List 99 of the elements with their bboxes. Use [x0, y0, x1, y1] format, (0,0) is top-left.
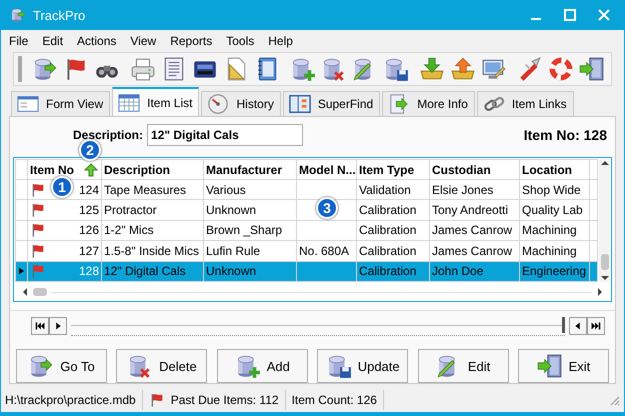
table-cell: Various	[206, 182, 246, 197]
action-button[interactable]: Add	[216, 349, 308, 383]
maximize-icon[interactable]	[564, 9, 576, 21]
menu-item[interactable]: File	[9, 34, 28, 48]
panel-icon	[288, 93, 312, 115]
table-cell: No. 680A	[299, 244, 350, 258]
table-cell: 12" Digital Cals	[104, 264, 186, 278]
menu-item[interactable]: Help	[268, 34, 293, 48]
app-icon	[9, 7, 27, 23]
table-cell: Lufin Rule	[206, 244, 260, 258]
column-header[interactable]: Custodian	[430, 160, 520, 180]
tab[interactable]: Item List	[112, 87, 200, 116]
table-cell: Unknown	[206, 264, 256, 278]
table-row[interactable]: 127 1.5-8" Inside Mics Lufin Rule No. 680A Calibration James Canrow Machining	[16, 240, 598, 262]
menu-item[interactable]: View	[130, 34, 156, 48]
tab[interactable]: Form View	[11, 91, 110, 116]
table-cell: Validation	[359, 182, 411, 197]
window-title: TrackPro	[33, 8, 86, 22]
first-record-icon[interactable]	[31, 317, 49, 335]
description-label: Description:	[73, 128, 144, 142]
table-cell: Machining	[522, 244, 577, 258]
table-cell: Calibration	[359, 223, 416, 238]
last-record-icon[interactable]	[587, 317, 605, 335]
table-row[interactable]: 126 1-2" Mics Brown _Sharp Calibration James Canrow Machining	[16, 220, 598, 241]
table-cell: Calibration	[359, 264, 416, 278]
menu-item[interactable]: Edit	[42, 34, 64, 48]
status-text: H:\trackpro\practice.mdb	[5, 393, 136, 407]
action-button[interactable]: Update	[317, 349, 408, 383]
exit-door-icon[interactable]	[579, 56, 605, 82]
status-text: Past Due Items: 112	[170, 393, 279, 407]
menu-item[interactable]: Actions	[77, 34, 116, 48]
table-cell: 127	[78, 244, 99, 258]
table-cell: John Doe	[432, 264, 484, 278]
column-header[interactable]: Description	[102, 160, 204, 180]
database-plus-icon[interactable]	[290, 56, 316, 82]
flag-icon	[148, 392, 165, 408]
sort-up-icon	[84, 163, 98, 177]
menu-item[interactable]: Reports	[170, 34, 212, 48]
description-field[interactable]: 12" Digital Cals	[147, 124, 304, 146]
table-cell: Calibration	[359, 244, 416, 258]
scrollbar-thumb[interactable]	[600, 254, 608, 270]
vertical-scrollbar[interactable]	[599, 159, 610, 282]
item-number: Item No: 128	[524, 126, 607, 142]
tab[interactable]: SuperFind	[282, 91, 380, 116]
tab[interactable]: Item Links	[476, 91, 574, 116]
table-cell: 128	[78, 264, 99, 278]
previous-icon[interactable]	[569, 317, 587, 335]
grid-icon	[117, 92, 142, 114]
table-cell: Calibration	[359, 203, 416, 218]
printer-icon[interactable]	[130, 56, 156, 82]
exit-door-icon	[536, 353, 563, 379]
table-cell: Machining	[522, 223, 577, 238]
action-button[interactable]: Edit	[418, 349, 509, 383]
table-cell: Quality Lab	[522, 203, 583, 218]
table-cell: Brown _Sharp	[206, 223, 282, 238]
play-icon[interactable]	[49, 317, 67, 335]
menu-item[interactable]: Tools	[226, 34, 254, 48]
gauge-icon	[206, 93, 230, 115]
table-cell: 125	[78, 203, 99, 218]
table-cell: Protractor	[104, 203, 157, 218]
table-cell: Elsie Jones	[432, 182, 494, 197]
action-button[interactable]: Exit	[518, 349, 609, 383]
scroll-up-icon[interactable]	[600, 159, 610, 167]
status-text: Item Count: 126	[292, 393, 377, 407]
column-header[interactable]: Item Type	[356, 160, 430, 180]
table-cell: Tony Andreotti	[432, 203, 508, 218]
resize-grip-icon[interactable]	[608, 394, 620, 406]
column-header[interactable]: Location	[520, 160, 590, 180]
table-cell: Tape Measures	[104, 182, 186, 197]
table-cell: 126	[78, 223, 99, 238]
window-icon	[16, 93, 40, 115]
lifebuoy-icon[interactable]	[548, 56, 574, 82]
table-cell: 1.5-8" Inside Mics	[104, 244, 199, 258]
close-icon[interactable]	[598, 9, 610, 21]
record-slider-thumb[interactable]	[562, 317, 565, 333]
tab[interactable]: More Info	[382, 91, 475, 116]
table-cell: James Canrow	[432, 244, 512, 258]
tray-up-icon[interactable]	[450, 56, 476, 82]
table-cell: 124	[78, 182, 99, 197]
table-cell: Unknown	[206, 203, 256, 218]
table-row[interactable]: 128 12" Digital Cals Unknown Calibration John Doe Engineering	[16, 261, 598, 282]
table-cell: Engineering	[522, 264, 586, 278]
database-arrow-icon[interactable]	[32, 56, 58, 82]
action-button[interactable]: Go To	[16, 349, 107, 383]
column-header[interactable]: Manufacturer	[204, 160, 296, 180]
database-disk-icon[interactable]	[383, 56, 409, 82]
action-button[interactable]: Delete	[116, 349, 208, 383]
database-arrow-icon	[28, 353, 54, 379]
current-row-icon	[19, 267, 24, 276]
table-cell: Shop Wide	[522, 182, 581, 197]
scroll-left-icon[interactable]	[21, 287, 29, 297]
scrollbar-thumb[interactable]	[33, 288, 47, 296]
column-header[interactable]: Model N...	[296, 160, 356, 180]
tab[interactable]: History	[201, 91, 281, 116]
table-cell: James Canrow	[432, 223, 512, 238]
scroll-right-icon[interactable]	[596, 287, 604, 297]
scroll-down-icon[interactable]	[600, 274, 610, 282]
table-cell: 1-2" Mics	[104, 223, 154, 238]
tray-down-icon[interactable]	[419, 56, 445, 82]
